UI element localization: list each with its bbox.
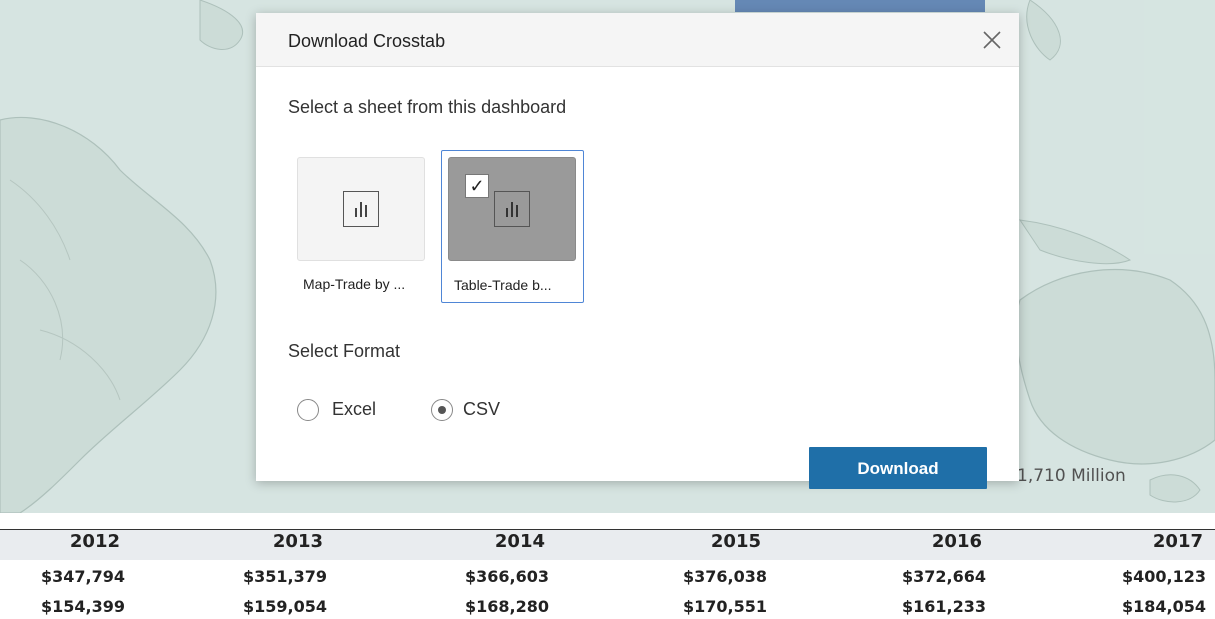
sheet-thumbnail [297, 157, 425, 261]
sheet-label: Table-Trade b... [454, 277, 552, 293]
format-select-label: Select Format [288, 341, 401, 361]
close-icon[interactable] [981, 29, 1003, 51]
table-cell: $400,123 [1121, 567, 1206, 586]
sheet-option-table-trade[interactable]: ✓ Table-Trade b... [441, 150, 584, 303]
sheet-label: Map-Trade by ... [303, 276, 406, 292]
year-header: 2012 [69, 531, 120, 552]
table-cell: $159,054 [242, 597, 327, 616]
table-cell: $154,399 [40, 597, 125, 616]
csv-radio[interactable] [431, 399, 453, 421]
bar-chart-icon [343, 191, 379, 227]
table-cell: $184,054 [1121, 597, 1206, 616]
checkmark-icon: ✓ [465, 174, 489, 198]
sheet-select-label: Select a sheet from this dashboard [288, 97, 567, 117]
sheet-thumbnail: ✓ [448, 157, 576, 261]
dialog-header: Download Crosstab [256, 13, 1019, 67]
year-header: 2017 [1152, 531, 1203, 552]
table-cell: $347,794 [40, 567, 125, 586]
excel-radio[interactable] [297, 399, 319, 421]
table-cell: $161,233 [901, 597, 986, 616]
excel-radio-label[interactable]: Excel [332, 399, 376, 420]
year-header: 2013 [272, 531, 323, 552]
bar-chart-icon [494, 191, 530, 227]
download-crosstab-dialog: Download Crosstab Select a sheet from th… [256, 13, 1019, 489]
dialog-title: Download Crosstab [288, 31, 446, 51]
table-header-row [0, 529, 1215, 560]
table-cell: $376,038 [682, 567, 767, 586]
table-cell: $168,280 [464, 597, 549, 616]
crosstab-table: 2012 2013 2014 2015 2016 2017 $347,794 $… [0, 513, 1215, 619]
year-header: 2015 [710, 531, 761, 552]
table-cell: $351,379 [242, 567, 327, 586]
table-cell: $170,551 [682, 597, 767, 616]
table-cell: $366,603 [464, 567, 549, 586]
table-cell: $372,664 [901, 567, 986, 586]
download-button[interactable]: Download [809, 447, 987, 489]
year-header: 2016 [931, 531, 982, 552]
csv-radio-label[interactable]: CSV [463, 399, 500, 420]
radio-selected-dot [438, 406, 446, 414]
sheet-option-map-trade[interactable]: Map-Trade by ... [297, 157, 427, 302]
year-header: 2014 [494, 531, 545, 552]
